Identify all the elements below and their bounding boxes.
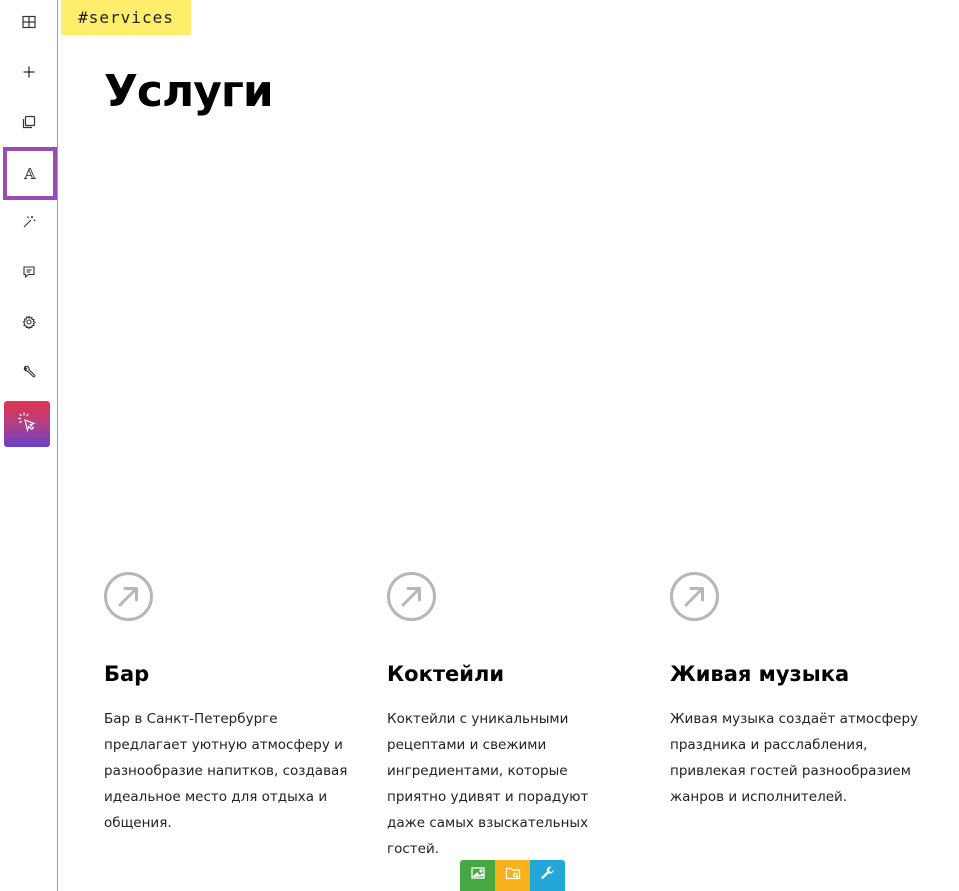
service-description: Коктейли с уникальными рецептами и свежи… xyxy=(387,711,589,857)
tools-button[interactable] xyxy=(3,351,54,397)
service-name: Бар xyxy=(104,662,150,686)
cursor-click-icon xyxy=(15,410,39,439)
wrench-icon xyxy=(22,365,36,384)
anchor-tag[interactable]: #services xyxy=(61,0,191,35)
replace-image-button[interactable] xyxy=(460,860,495,891)
magic-wand-icon xyxy=(22,215,36,234)
service-name: Живая музыка xyxy=(670,662,850,686)
service-card: Бар Бар в Санкт-Петербурге предлагает ую… xyxy=(104,572,364,831)
service-name: Коктейли xyxy=(387,662,505,686)
plus-icon xyxy=(22,65,36,84)
effects-button[interactable] xyxy=(3,201,54,247)
interactive-mode-button[interactable] xyxy=(4,401,50,447)
add-block-button[interactable] xyxy=(3,51,54,97)
blocks-button[interactable] xyxy=(3,1,54,47)
service-card: Живая музыка Живая музыка создаёт атмосф… xyxy=(670,572,930,805)
arrow-up-right-circle-icon xyxy=(104,572,153,621)
wrench-icon xyxy=(540,865,556,886)
copy-icon xyxy=(22,115,36,134)
service-description: Бар в Санкт-Петербурге предлагает уютную… xyxy=(104,711,348,831)
duplicate-button[interactable] xyxy=(3,101,54,147)
font-icon: 𝔸 xyxy=(24,164,36,183)
block-tools xyxy=(460,860,565,891)
service-description: Живая музыка создаёт атмосферу праздника… xyxy=(670,711,919,805)
block-settings-button[interactable] xyxy=(530,860,565,891)
comments-button[interactable] xyxy=(3,251,54,297)
folder-search-icon xyxy=(505,865,521,886)
typography-button[interactable]: 𝔸 xyxy=(3,147,57,200)
comment-icon xyxy=(22,265,36,284)
service-card: Коктейли Коктейли с уникальными рецептам… xyxy=(387,572,647,857)
left-toolbar: 𝔸 xyxy=(0,0,58,891)
settings-button[interactable] xyxy=(3,301,54,347)
layout-grid-icon xyxy=(21,15,36,34)
file-manager-button[interactable] xyxy=(495,860,530,891)
section-title: Услуги xyxy=(104,66,274,117)
gear-icon xyxy=(22,314,36,334)
image-icon xyxy=(470,865,486,886)
arrow-up-right-circle-icon xyxy=(387,572,436,621)
arrow-up-right-circle-icon xyxy=(670,572,719,621)
